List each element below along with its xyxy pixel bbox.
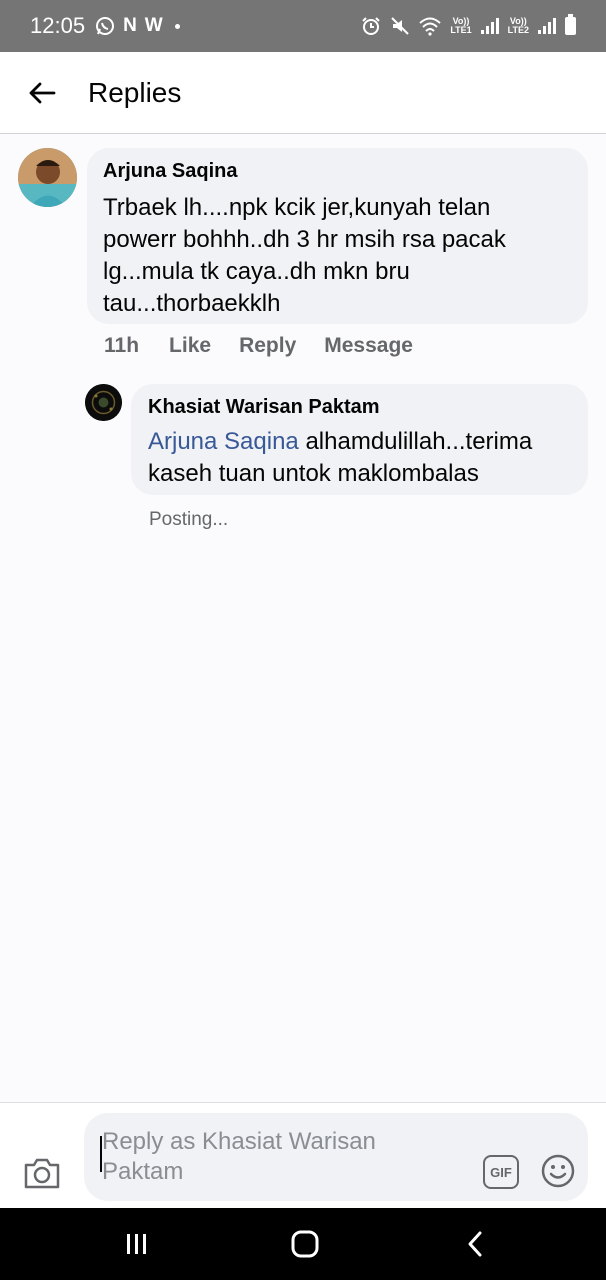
- reply-input-placeholder: Reply as Khasiat Warisan Paktam: [102, 1128, 376, 1185]
- recent-apps-icon: [127, 1234, 146, 1254]
- reply-text: Arjuna Saqina alhamdulillah...terima kas…: [148, 426, 571, 490]
- back-button[interactable]: [0, 52, 84, 134]
- w-icon: W: [144, 15, 163, 36]
- mention-link[interactable]: Arjuna Saqina: [148, 428, 299, 455]
- comment-actions: 11h Like Reply Message: [104, 334, 413, 358]
- person-avatar-icon: [18, 148, 77, 207]
- camera-button[interactable]: [22, 1153, 62, 1193]
- lte1-indicator: Vo)) LTE1: [450, 16, 472, 35]
- arrow-left-icon: [29, 82, 56, 103]
- back-nav-button[interactable]: [455, 1226, 495, 1262]
- replies-thread: Arjuna Saqina Trbaek lh....npk kcik jer,…: [0, 134, 606, 1102]
- smiley-icon: [541, 1154, 575, 1188]
- dot-icon: [174, 23, 180, 29]
- reply-author[interactable]: Khasiat Warisan Paktam: [148, 397, 571, 417]
- comment-bubble[interactable]: Arjuna Saqina Trbaek lh....npk kcik jer,…: [87, 148, 588, 324]
- home-button[interactable]: [285, 1226, 325, 1262]
- alarm-icon: [362, 17, 381, 35]
- message-button[interactable]: Message: [324, 334, 413, 358]
- lte2-indicator: Vo)) LTE2: [507, 16, 529, 35]
- reply-button[interactable]: Reply: [239, 334, 296, 358]
- comment-time: 11h: [104, 334, 140, 357]
- battery-icon: [565, 14, 576, 35]
- reply-avatar[interactable]: [85, 384, 122, 421]
- whatsapp-icon: [96, 17, 115, 35]
- avatar[interactable]: [18, 148, 77, 207]
- wifi-icon: [419, 17, 441, 36]
- chevron-left-icon: [468, 1231, 482, 1257]
- header: Replies: [0, 52, 606, 134]
- reply-input[interactable]: Reply as Khasiat Warisan Paktam GIF: [84, 1113, 588, 1201]
- page-logo-icon: [85, 384, 122, 421]
- recent-apps-button[interactable]: [116, 1226, 156, 1262]
- signal-1-icon: [480, 18, 499, 34]
- emoji-button[interactable]: [540, 1153, 576, 1189]
- page-title: Replies: [88, 76, 182, 108]
- comment-author[interactable]: Arjuna Saqina: [103, 161, 572, 181]
- status-time: 12:05: [30, 13, 86, 38]
- mute-icon: [391, 17, 410, 35]
- reply-bubble[interactable]: Khasiat Warisan Paktam Arjuna Saqina alh…: [131, 384, 588, 495]
- gif-button[interactable]: GIF: [483, 1155, 519, 1189]
- signal-2-icon: [538, 18, 556, 34]
- status-right-icons: Vo)) LTE1 Vo)) LTE2: [361, 14, 576, 36]
- status-left-icons: N W: [95, 15, 180, 37]
- reply-composer: Reply as Khasiat Warisan Paktam GIF: [0, 1102, 606, 1208]
- system-nav-bar: [0, 1208, 606, 1280]
- camera-icon: [24, 1158, 60, 1189]
- like-button[interactable]: Like: [169, 334, 211, 358]
- home-icon: [291, 1230, 319, 1258]
- status-bar: 12:05 N W Vo)) LTE1 Vo)) LTE2: [0, 0, 606, 52]
- comment-text: Trbaek lh....npk kcik jer,kunyah telan p…: [103, 194, 506, 317]
- n-icon: N: [123, 15, 137, 36]
- posting-status: Posting...: [149, 509, 229, 530]
